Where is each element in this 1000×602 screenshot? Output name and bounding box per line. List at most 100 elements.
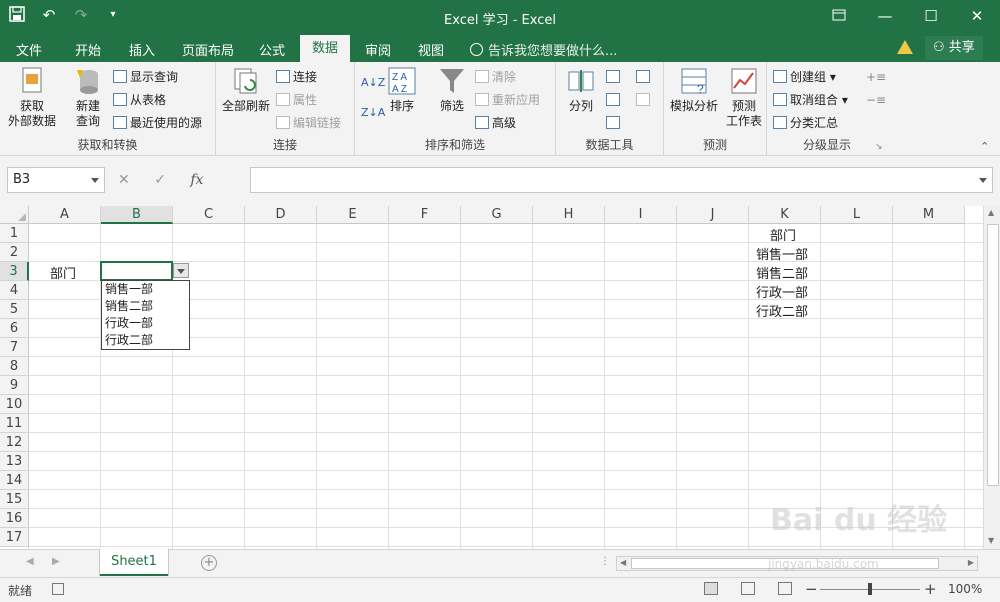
zoom-level[interactable]: 100% (948, 582, 982, 596)
insert-function-icon[interactable]: fx (190, 167, 203, 193)
tab-page-layout[interactable]: 页面布局 (182, 40, 234, 59)
column-header-J[interactable]: J (677, 206, 749, 224)
minimize-icon[interactable]: — (862, 0, 908, 33)
scroll-up-icon[interactable]: ▲ (988, 208, 994, 217)
filter-button[interactable]: 筛选 (433, 66, 471, 114)
dropdown-option[interactable]: 行政二部 (102, 332, 189, 349)
enter-icon[interactable]: ✓ (154, 167, 166, 193)
tab-view[interactable]: 视图 (418, 40, 444, 59)
from-table-button[interactable]: 从表格 (113, 91, 166, 109)
cell-K4[interactable]: 行政一部 (756, 282, 808, 301)
scroll-down-icon[interactable]: ▼ (988, 536, 994, 545)
dropdown-option[interactable]: 销售二部 (102, 298, 189, 315)
dropdown-option[interactable]: 行政一部 (102, 315, 189, 332)
connections-button[interactable]: 连接 (276, 68, 317, 86)
hide-detail-icon[interactable]: −≡ (866, 91, 886, 109)
column-header-B[interactable]: B (101, 206, 173, 224)
row-header-9[interactable]: 9 (0, 376, 29, 395)
scroll-left-icon[interactable]: ◀ (620, 558, 626, 567)
name-box-dropdown-icon[interactable] (91, 178, 99, 183)
refresh-all-button[interactable]: 全部刷新 (218, 66, 274, 114)
validation-dropdown-arrow-icon[interactable] (173, 263, 189, 278)
recent-sources-button[interactable]: 最近使用的源 (113, 114, 202, 132)
column-header-E[interactable]: E (317, 206, 389, 224)
row-header-6[interactable]: 6 (0, 319, 29, 338)
zoom-in-button[interactable]: + (924, 580, 937, 598)
row-header-2[interactable]: 2 (0, 243, 29, 262)
cancel-icon[interactable]: ✕ (118, 167, 130, 193)
row-header-5[interactable]: 5 (0, 300, 29, 319)
clear-button[interactable]: 清除 (475, 68, 516, 86)
row-header-7[interactable]: 7 (0, 338, 29, 357)
advanced-button[interactable]: 高级 (475, 114, 516, 132)
warning-icon[interactable] (897, 40, 913, 54)
new-query-button[interactable]: 新建 查询 (66, 66, 110, 129)
data-validation-icon[interactable] (606, 114, 623, 132)
tab-data[interactable]: 数据 (300, 35, 351, 62)
row-header-4[interactable]: 4 (0, 281, 29, 300)
collapse-ribbon-icon[interactable]: ⌃ (980, 138, 989, 156)
tab-split-handle[interactable]: ⋮ (600, 556, 610, 567)
row-header-14[interactable]: 14 (0, 471, 29, 490)
row-header-1[interactable]: 1 (0, 224, 29, 243)
flash-fill-icon[interactable] (606, 68, 623, 86)
zoom-slider[interactable] (820, 583, 920, 595)
text-to-columns-button[interactable]: 分列 (560, 66, 602, 114)
zoom-slider-knob[interactable] (868, 583, 872, 595)
expand-formula-icon[interactable] (979, 178, 987, 183)
remove-duplicates-icon[interactable] (606, 91, 623, 109)
sort-button[interactable]: Z AA Z 排序 (383, 66, 421, 114)
get-external-data-button[interactable]: 获取 外部数据 (2, 66, 62, 129)
tell-me-box[interactable]: 告诉我您想要做什么... (470, 40, 617, 59)
normal-view-icon[interactable] (704, 582, 718, 595)
cell-K3[interactable]: 销售二部 (756, 263, 808, 282)
restore-ribbon-icon[interactable] (816, 0, 862, 33)
close-icon[interactable]: ✕ (954, 0, 1000, 33)
row-header-13[interactable]: 13 (0, 452, 29, 471)
column-header-H[interactable]: H (533, 206, 605, 224)
page-break-view-icon[interactable] (778, 582, 792, 595)
tab-formulas[interactable]: 公式 (259, 40, 285, 59)
cell-K1[interactable]: 部门 (770, 225, 796, 244)
column-header-A[interactable]: A (29, 206, 101, 224)
name-box[interactable]: B3 (7, 167, 105, 193)
vertical-scrollbar[interactable]: ▲ ▼ (983, 206, 1000, 549)
sheet-tab-sheet1[interactable]: Sheet1 (100, 549, 168, 576)
row-header-11[interactable]: 11 (0, 414, 29, 433)
add-sheet-button[interactable]: + (201, 555, 217, 571)
relationships-icon[interactable] (636, 91, 653, 109)
consolidate-icon[interactable] (636, 68, 653, 86)
column-header-K[interactable]: K (749, 206, 821, 224)
sort-ascending-icon[interactable]: A↓Z (361, 74, 385, 92)
row-header-16[interactable]: 16 (0, 509, 29, 528)
tab-review[interactable]: 审阅 (365, 40, 391, 59)
what-if-analysis-button[interactable]: ? 模拟分析 (666, 66, 722, 114)
sort-descending-icon[interactable]: Z↓A (361, 104, 385, 122)
reapply-button[interactable]: 重新应用 (475, 91, 540, 109)
row-header-12[interactable]: 12 (0, 433, 29, 452)
column-header-L[interactable]: L (821, 206, 893, 224)
column-header-D[interactable]: D (245, 206, 317, 224)
column-header-M[interactable]: M (893, 206, 965, 224)
active-cell-B3[interactable] (100, 261, 173, 281)
row-header-8[interactable]: 8 (0, 357, 29, 376)
prev-sheet-icon[interactable]: ◀ (26, 556, 34, 567)
row-header-17[interactable]: 17 (0, 528, 29, 547)
row-header-10[interactable]: 10 (0, 395, 29, 414)
group-button[interactable]: 创建组 ▾ (773, 68, 836, 86)
next-sheet-icon[interactable]: ▶ (52, 556, 60, 567)
cell-K2[interactable]: 销售一部 (756, 244, 808, 263)
ungroup-button[interactable]: 取消组合 ▾ (773, 91, 848, 109)
formula-input[interactable] (250, 167, 993, 193)
tab-file[interactable]: 文件 (16, 40, 42, 59)
outline-dialog-launcher-icon[interactable]: ↘ (875, 138, 883, 156)
share-button[interactable]: ⚇ 共享 (925, 36, 983, 60)
edit-links-button[interactable]: 编辑链接 (276, 114, 341, 132)
column-header-G[interactable]: G (461, 206, 533, 224)
cell-A3[interactable]: 部门 (50, 263, 76, 282)
row-header-15[interactable]: 15 (0, 490, 29, 509)
column-header-I[interactable]: I (605, 206, 677, 224)
zoom-out-button[interactable]: − (805, 580, 818, 598)
row-header-3[interactable]: 3 (0, 262, 29, 281)
scroll-right-icon[interactable]: ▶ (968, 558, 974, 567)
